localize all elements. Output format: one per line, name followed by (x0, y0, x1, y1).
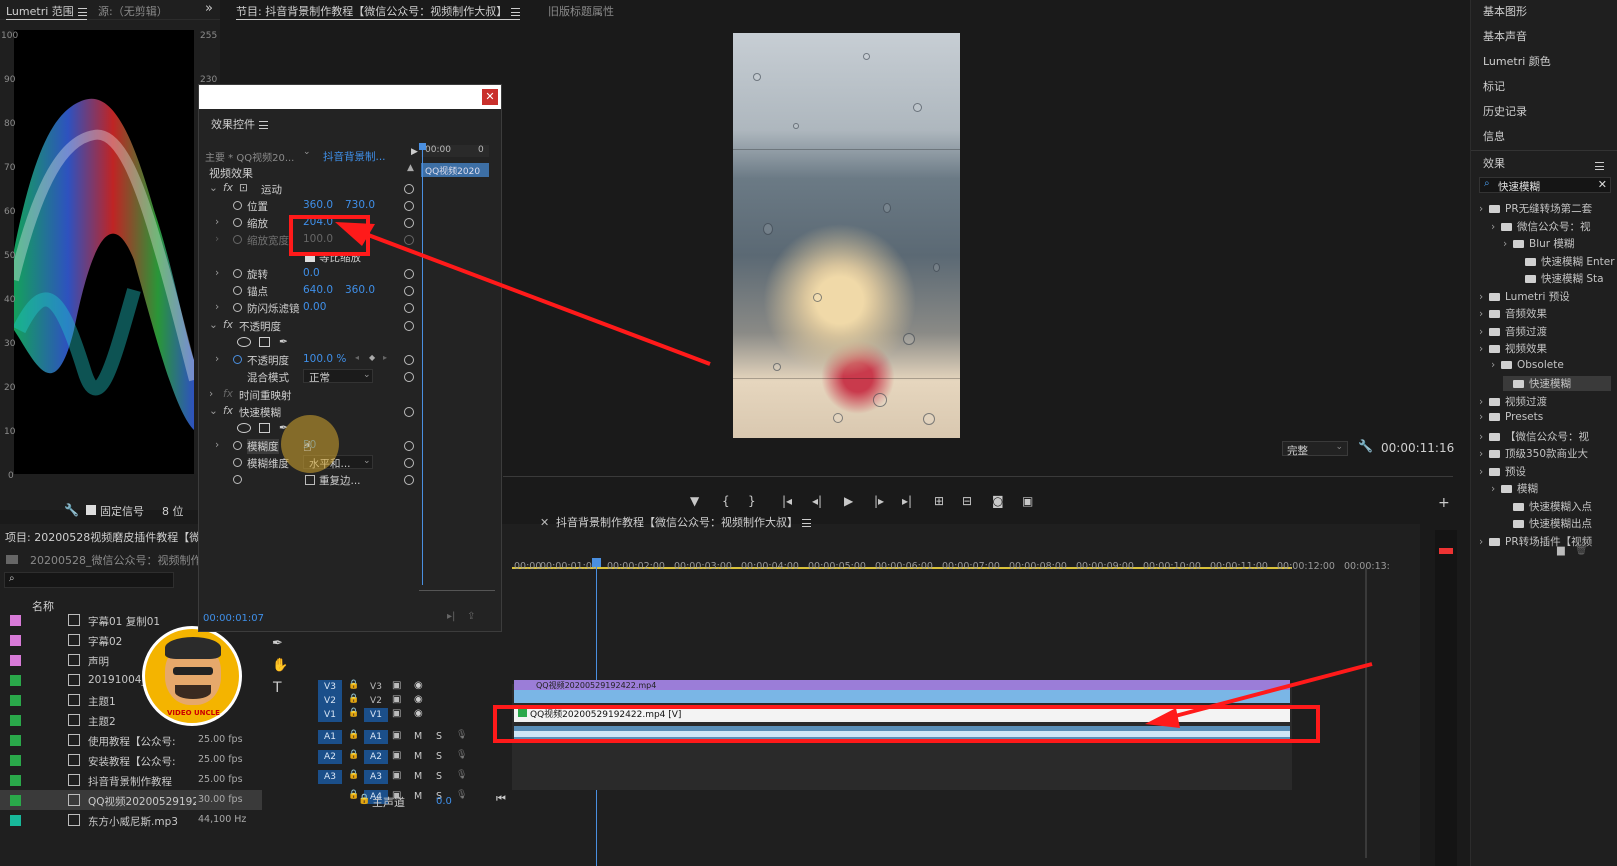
annotation-arrows (335, 222, 1373, 728)
